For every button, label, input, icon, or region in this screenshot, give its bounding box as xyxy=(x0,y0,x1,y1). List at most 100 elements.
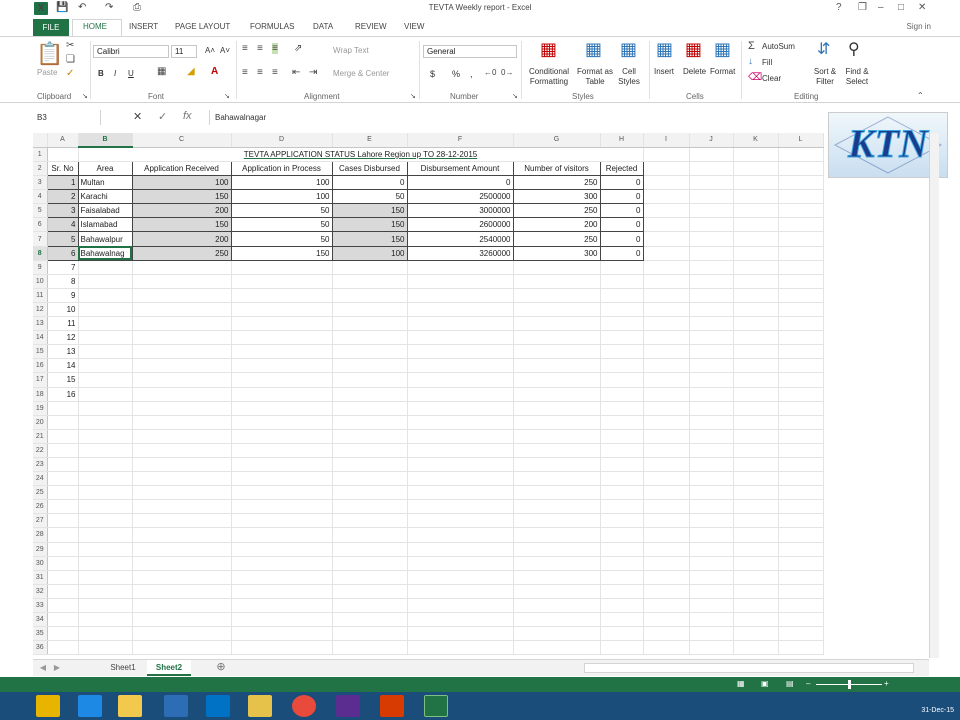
cell[interactable] xyxy=(231,372,333,388)
cell[interactable] xyxy=(643,556,690,571)
align-top-icon[interactable]: ≡ xyxy=(242,43,248,54)
data-cell[interactable]: 3000000 xyxy=(406,203,514,219)
cell[interactable] xyxy=(778,372,824,388)
cell[interactable] xyxy=(47,401,79,416)
cell[interactable] xyxy=(733,161,779,177)
data-cell[interactable]: 0 xyxy=(599,246,644,261)
cell[interactable] xyxy=(332,330,408,346)
data-cell[interactable]: 100 xyxy=(230,189,333,205)
bold-button[interactable]: B xyxy=(98,69,104,78)
cell[interactable] xyxy=(231,485,333,501)
scroll-tabs-left-icon[interactable]: ◀ xyxy=(37,660,49,676)
row-header[interactable]: 32 xyxy=(33,584,48,599)
select-all-corner[interactable] xyxy=(33,133,48,148)
cell[interactable] xyxy=(689,316,734,332)
data-cell[interactable]: 2600000 xyxy=(406,217,514,233)
cell[interactable] xyxy=(132,260,232,275)
cell[interactable] xyxy=(332,513,408,529)
cell[interactable] xyxy=(733,542,779,557)
cell[interactable] xyxy=(78,401,133,416)
cell[interactable] xyxy=(513,429,601,444)
cell[interactable] xyxy=(643,288,690,303)
cell[interactable] xyxy=(778,330,824,346)
cell[interactable] xyxy=(407,387,514,402)
cell[interactable] xyxy=(513,570,601,585)
excel-taskbar-icon[interactable] xyxy=(424,695,448,717)
cell[interactable] xyxy=(778,203,824,219)
row-header[interactable]: 12 xyxy=(33,302,48,318)
cell[interactable] xyxy=(231,316,333,332)
cell[interactable] xyxy=(689,415,734,430)
data-cell[interactable]: 6 xyxy=(46,246,79,261)
align-bottom-icon[interactable]: ≡ xyxy=(272,43,278,54)
insert-cells-button[interactable]: Insert xyxy=(654,67,674,76)
cell[interactable] xyxy=(600,443,644,458)
cell[interactable] xyxy=(407,415,514,430)
cell[interactable] xyxy=(47,527,79,543)
area-cell[interactable]: Karachi xyxy=(77,189,133,205)
cell[interactable] xyxy=(689,387,734,402)
italic-button[interactable]: I xyxy=(114,69,116,78)
cell[interactable] xyxy=(689,372,734,388)
cell[interactable] xyxy=(643,246,690,261)
tab-insert[interactable]: INSERT xyxy=(129,22,158,31)
cell[interactable] xyxy=(733,556,779,571)
sort-filter-icon[interactable]: ⇵ xyxy=(817,39,830,59)
cell[interactable] xyxy=(643,231,690,247)
cell[interactable] xyxy=(407,640,514,656)
cell[interactable] xyxy=(689,260,734,275)
cell[interactable] xyxy=(643,513,690,529)
cell[interactable] xyxy=(778,471,824,487)
cell[interactable] xyxy=(689,570,734,585)
cell[interactable] xyxy=(407,612,514,628)
cell[interactable] xyxy=(643,217,690,233)
cell[interactable] xyxy=(407,471,514,487)
cell[interactable] xyxy=(78,612,133,628)
cell[interactable] xyxy=(643,175,690,191)
row-header[interactable]: 19 xyxy=(33,401,48,416)
scroll-tabs-right-icon[interactable]: ▶ xyxy=(51,660,63,676)
cell[interactable] xyxy=(733,429,779,444)
font-name-select[interactable]: Calibri xyxy=(93,45,169,58)
cell[interactable] xyxy=(689,246,734,261)
cut-icon[interactable]: ✂ xyxy=(66,40,74,51)
cell[interactable] xyxy=(407,457,514,473)
cell[interactable] xyxy=(643,640,690,656)
cell[interactable] xyxy=(132,499,232,515)
cell[interactable] xyxy=(407,556,514,571)
cell[interactable] xyxy=(778,457,824,473)
column-header-d[interactable]: D xyxy=(231,133,333,148)
cell[interactable] xyxy=(513,401,601,416)
cell[interactable] xyxy=(689,274,734,289)
maximize-button[interactable]: □ xyxy=(898,2,904,13)
cell[interactable] xyxy=(643,147,690,162)
cell[interactable] xyxy=(643,203,690,219)
cell[interactable] xyxy=(47,584,79,599)
cell[interactable] xyxy=(689,401,734,416)
cell[interactable] xyxy=(407,274,514,289)
cell[interactable] xyxy=(600,288,644,303)
cell[interactable] xyxy=(733,274,779,289)
cell[interactable] xyxy=(643,189,690,205)
cell[interactable] xyxy=(332,542,408,557)
align-center-icon[interactable]: ≡ xyxy=(257,67,263,78)
borders-icon[interactable]: ▦ xyxy=(157,66,166,77)
cell[interactable] xyxy=(733,457,779,473)
cell[interactable] xyxy=(600,556,644,571)
cell[interactable] xyxy=(689,485,734,501)
collapse-ribbon-icon[interactable]: ⌃ xyxy=(917,91,924,100)
cell[interactable] xyxy=(78,485,133,501)
cell[interactable] xyxy=(600,401,644,416)
data-cell[interactable]: 0 xyxy=(599,217,644,233)
cell[interactable] xyxy=(689,344,734,360)
row-header[interactable]: 28 xyxy=(33,527,48,543)
start-icon[interactable] xyxy=(36,695,60,717)
cell[interactable] xyxy=(778,598,824,614)
data-cell[interactable]: 5 xyxy=(46,231,79,247)
header-cell[interactable]: Sr. No xyxy=(46,160,79,177)
cell[interactable] xyxy=(689,358,734,374)
cell[interactable] xyxy=(407,302,514,318)
cell[interactable] xyxy=(778,316,824,332)
cell[interactable] xyxy=(643,330,690,346)
row-header[interactable]: 36 xyxy=(33,640,48,656)
